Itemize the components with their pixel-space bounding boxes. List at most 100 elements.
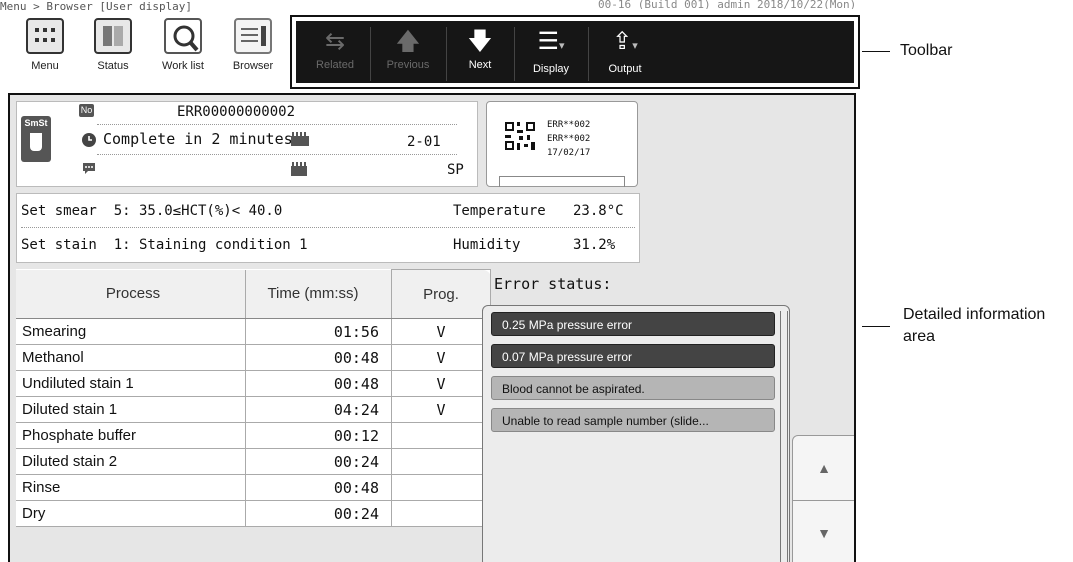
- menu-button[interactable]: Menu: [14, 16, 76, 88]
- error-item[interactable]: Blood cannot be aspirated.: [491, 376, 775, 400]
- related-button[interactable]: ⇆ Related: [304, 21, 366, 87]
- work-list-button[interactable]: Work list: [152, 16, 214, 88]
- display-label: Display: [532, 63, 570, 75]
- progress-cell: V: [391, 344, 491, 371]
- table-header-row: Process Time (mm:ss) Prog.: [16, 269, 491, 319]
- temperature-value: 23.8°C: [573, 203, 624, 219]
- mode-icon: [291, 162, 307, 176]
- chevron-down-icon: ▾: [632, 40, 638, 52]
- mode-value: SP: [447, 162, 464, 178]
- error-status-title: Error status:: [494, 275, 612, 293]
- related-icon: ⇆: [324, 28, 346, 55]
- upload-icon: ⇪▾: [612, 28, 638, 55]
- system-info: 00-16 (Build 001) admin 2018/10/22(Mon) …: [598, 0, 860, 9]
- sample-card: SmSt No ERR00000000002 Complete in 2 min…: [16, 101, 478, 187]
- col-time[interactable]: Time (mm:ss): [245, 269, 392, 319]
- sample-id: ERR00000000002: [177, 104, 296, 120]
- browser-label: Browser: [232, 60, 274, 72]
- table-row[interactable]: Smearing 01:56 V: [16, 318, 491, 345]
- rack-icon: [291, 132, 309, 146]
- error-scrollbar[interactable]: [780, 311, 788, 562]
- time-cell: 01:56: [245, 318, 392, 345]
- work-list-icon: [164, 18, 202, 54]
- comment-icon: [83, 163, 95, 174]
- error-list: 0.25 MPa pressure error 0.07 MPa pressur…: [482, 305, 790, 562]
- toolbar-callout: Toolbar: [900, 42, 953, 59]
- browser-button[interactable]: Browser: [222, 16, 284, 88]
- detail-callout-line: [862, 326, 890, 327]
- humidity-label: Humidity: [453, 237, 521, 253]
- previous-label: Previous: [386, 59, 430, 71]
- progress-cell: [391, 422, 491, 449]
- progress-cell: V: [391, 318, 491, 345]
- process-name-cell: Rinse: [16, 474, 246, 501]
- barcode-label: ERR**002 ERR**002 17/02/17: [486, 101, 638, 187]
- toolbar-callout-line: [862, 51, 890, 52]
- time-cell: 00:24: [245, 448, 392, 475]
- process-name-cell: Smearing: [16, 318, 246, 345]
- scroll-up-button[interactable]: ▲: [792, 435, 854, 501]
- progress-cell: [391, 448, 491, 475]
- table-row[interactable]: Rinse 00:48: [16, 474, 491, 501]
- time-cell: 00:48: [245, 474, 392, 501]
- arrow-up-icon: 🡅: [395, 28, 421, 55]
- time-cell: 00:12: [245, 422, 392, 449]
- process-name-cell: Phosphate buffer: [16, 422, 246, 449]
- related-label: Related: [316, 59, 354, 71]
- work-list-label: Work list: [162, 60, 204, 72]
- table-row[interactable]: Phosphate buffer 00:12: [16, 422, 491, 449]
- time-cell: 00:48: [245, 370, 392, 397]
- time-cell: 00:48: [245, 344, 392, 371]
- temperature-label: Temperature: [453, 203, 546, 219]
- error-item[interactable]: 0.25 MPa pressure error: [491, 312, 775, 336]
- arrow-down-icon: 🡇: [467, 28, 493, 55]
- barcode-line-3: 17/02/17: [547, 148, 591, 158]
- next-label: Next: [468, 59, 492, 71]
- breadcrumb: Menu > Browser [User display]: [0, 0, 193, 13]
- process-name-cell: Diluted stain 2: [16, 448, 246, 475]
- status-button[interactable]: Status: [82, 16, 144, 88]
- display-settings-icon: ☰▾: [537, 28, 565, 55]
- detail-area: SmSt No ERR00000000002 Complete in 2 min…: [8, 93, 856, 562]
- progress-cell: V: [391, 370, 491, 397]
- table-row[interactable]: Dry 00:24: [16, 500, 491, 527]
- error-item[interactable]: Unable to read sample number (slide...: [491, 408, 775, 432]
- table-row[interactable]: Undiluted stain 1 00:48 V: [16, 370, 491, 397]
- table-row[interactable]: Methanol 00:48 V: [16, 344, 491, 371]
- col-progress[interactable]: Prog.: [391, 269, 491, 319]
- barcode-line-1: ERR**002: [547, 120, 591, 130]
- col-process[interactable]: Process: [16, 269, 246, 319]
- clock-icon: [82, 133, 96, 147]
- process-name-cell: Undiluted stain 1: [16, 370, 246, 397]
- process-name-cell: Diluted stain 1: [16, 396, 246, 423]
- time-cell: 00:24: [245, 500, 392, 527]
- number-icon: No: [79, 104, 94, 117]
- progress-cell: [391, 474, 491, 501]
- humidity-value: 31.2%: [573, 237, 616, 253]
- table-row[interactable]: Diluted stain 2 00:24: [16, 448, 491, 475]
- scroll-down-button[interactable]: ▼: [792, 500, 854, 562]
- stain-condition: Set stain 1: Staining condition 1: [21, 237, 308, 253]
- chevron-down-icon: ▾: [558, 40, 565, 52]
- status-text: Complete in 2 minutes: [103, 130, 293, 148]
- display-button[interactable]: ☰▾ Display: [518, 21, 584, 87]
- process-name-cell: Methanol: [16, 344, 246, 371]
- keypad-icon: [26, 18, 64, 54]
- slide-icon: [30, 133, 42, 151]
- output-button[interactable]: ⇪▾ Output: [592, 21, 658, 87]
- toolbar: ⇆ Related 🡅 Previous 🡇 Next ☰▾ Display ⇪…: [290, 15, 860, 89]
- previous-button[interactable]: 🡅 Previous: [374, 21, 442, 87]
- smst-badge: SmSt: [21, 116, 51, 162]
- qr-code-icon: [505, 122, 535, 150]
- table-row[interactable]: Diluted stain 1 04:24 V: [16, 396, 491, 423]
- next-button[interactable]: 🡇 Next: [450, 21, 510, 87]
- progress-cell: V: [391, 396, 491, 423]
- time-cell: 04:24: [245, 396, 392, 423]
- rack-position: 2-01: [407, 134, 441, 150]
- conditions-panel: Set smear 5: 35.0≤HCT(%)< 40.0 Temperatu…: [16, 193, 640, 263]
- process-name-cell: Dry: [16, 500, 246, 527]
- menu-label: Menu: [31, 60, 59, 72]
- output-label: Output: [608, 63, 642, 75]
- smear-condition: Set smear 5: 35.0≤HCT(%)< 40.0: [21, 203, 283, 219]
- error-item[interactable]: 0.07 MPa pressure error: [491, 344, 775, 368]
